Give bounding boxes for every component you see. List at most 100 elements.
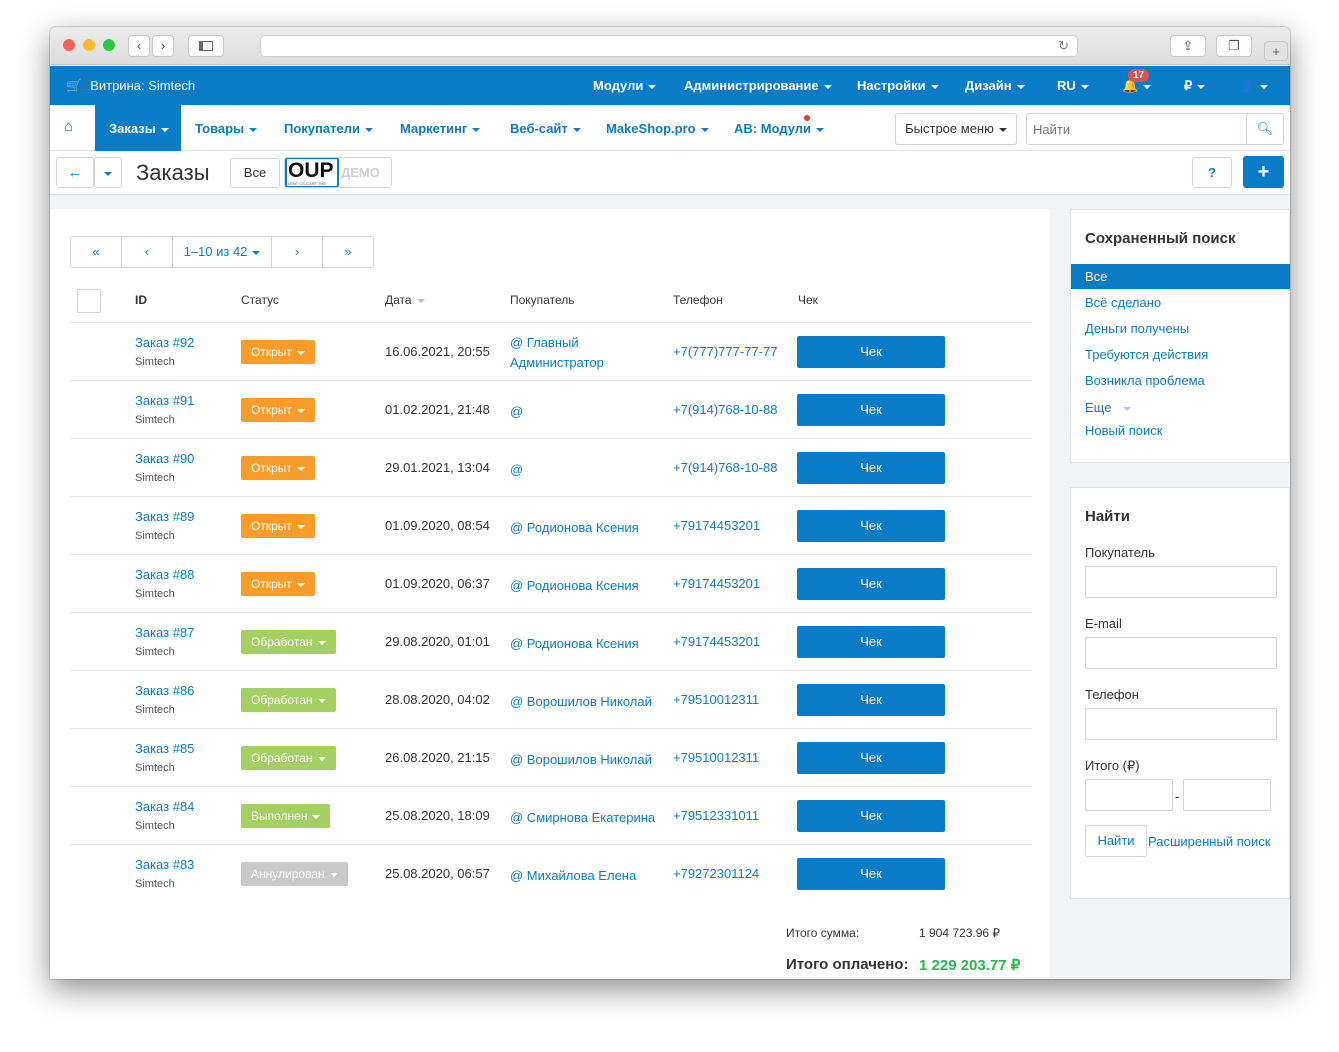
share-button[interactable]: ⇪ xyxy=(1170,35,1206,57)
order-customer-link[interactable]: @ Родионова Ксения xyxy=(510,634,660,654)
user-menu[interactable]: 👤 xyxy=(1239,78,1269,94)
order-status-dropdown[interactable]: Открыт xyxy=(241,514,315,538)
pager-next-button[interactable]: › xyxy=(271,236,323,268)
saved-search-problem[interactable]: Возникла проблема xyxy=(1085,373,1205,388)
email-input[interactable] xyxy=(1085,637,1277,669)
order-customer-link[interactable]: @ Родионова Ксения xyxy=(510,518,660,538)
order-id-link[interactable]: Заказ #86 xyxy=(135,683,194,698)
order-customer-link[interactable]: @ Михайлова Елена xyxy=(510,866,660,886)
order-status-dropdown[interactable]: Обработан xyxy=(241,688,336,712)
order-customer-link[interactable]: @ xyxy=(510,402,660,422)
order-id-link[interactable]: Заказ #87 xyxy=(135,625,194,640)
order-id-link[interactable]: Заказ #91 xyxy=(135,393,194,408)
check-button[interactable]: Чек xyxy=(797,800,945,832)
col-header-date[interactable]: Дата xyxy=(385,293,425,307)
nav-customers[interactable]: Покупатели xyxy=(284,121,373,136)
nav-search-input[interactable] xyxy=(1026,113,1248,145)
select-all-checkbox[interactable] xyxy=(77,289,101,313)
order-phone-link[interactable]: +79510012311 xyxy=(673,750,759,765)
menu-language[interactable]: RU xyxy=(1057,78,1089,93)
order-status-dropdown[interactable]: Аннулирован xyxy=(241,862,348,886)
pager-prev-button[interactable]: ‹ xyxy=(121,236,173,268)
saved-search-more[interactable]: Еще xyxy=(1085,400,1132,415)
check-button[interactable]: Чек xyxy=(797,510,945,542)
check-button[interactable]: Чек xyxy=(797,568,945,600)
order-status-dropdown[interactable]: Открыт xyxy=(241,456,315,480)
back-dropdown-button[interactable] xyxy=(94,157,122,188)
tabs-button[interactable]: ❐ xyxy=(1216,35,1252,57)
saved-search-paid[interactable]: Деньги получены xyxy=(1085,321,1189,336)
order-customer-link[interactable]: @ xyxy=(510,460,660,480)
nav-website[interactable]: Веб-сайт xyxy=(510,121,581,136)
url-bar[interactable]: ↻ xyxy=(260,35,1078,57)
order-phone-link[interactable]: +79174453201 xyxy=(673,576,760,591)
order-customer-link[interactable]: @ Ворошилов Николай xyxy=(510,750,660,770)
check-button[interactable]: Чек xyxy=(797,684,945,716)
storefront-link[interactable]: 🛒 Витрина: Simtech xyxy=(66,78,195,94)
check-button[interactable]: Чек xyxy=(797,394,945,426)
saved-search-all[interactable]: Все xyxy=(1085,269,1107,284)
currency-menu[interactable]: ₽ xyxy=(1184,78,1206,94)
order-id-link[interactable]: Заказ #83 xyxy=(135,857,194,872)
order-customer-link[interactable]: @ Смирнова Екатерина xyxy=(510,808,660,828)
advanced-search-link[interactable]: Расширенный поиск xyxy=(1148,834,1270,849)
order-id-link[interactable]: Заказ #84 xyxy=(135,799,194,814)
order-status-dropdown[interactable]: Выполнен xyxy=(241,804,331,828)
order-phone-link[interactable]: +79510012311 xyxy=(673,692,759,707)
nav-search-button[interactable]: 🔍︎ xyxy=(1246,113,1284,145)
order-customer-link[interactable]: @ Родионова Ксения xyxy=(510,576,660,596)
order-phone-link[interactable]: +7(914)768-10-88 xyxy=(673,402,777,417)
forward-nav-button[interactable]: › xyxy=(152,35,174,57)
order-phone-link[interactable]: +7(914)768-10-88 xyxy=(673,460,777,475)
col-header-id[interactable]: ID xyxy=(135,293,147,307)
add-order-button[interactable]: + xyxy=(1243,156,1284,188)
nav-makeshop[interactable]: MakeShop.pro xyxy=(606,121,709,136)
minimize-window-button[interactable] xyxy=(83,39,95,51)
pager-last-button[interactable]: » xyxy=(322,236,374,268)
order-id-link[interactable]: Заказ #92 xyxy=(135,335,194,350)
saved-search-new[interactable]: Новый поиск xyxy=(1085,423,1162,438)
nav-marketing[interactable]: Маркетинг xyxy=(400,121,481,136)
order-id-link[interactable]: Заказ #89 xyxy=(135,509,194,524)
nav-orders[interactable]: Заказы xyxy=(109,121,169,136)
order-phone-link[interactable]: +79174453201 xyxy=(673,518,760,533)
order-status-dropdown[interactable]: Обработан xyxy=(241,746,336,770)
saved-search-done[interactable]: Всё сделано xyxy=(1085,295,1161,310)
menu-settings[interactable]: Настройки xyxy=(857,78,939,93)
col-header-phone[interactable]: Телефон xyxy=(673,293,723,307)
order-phone-link[interactable]: +79272301124 xyxy=(673,866,759,881)
customer-input[interactable] xyxy=(1085,566,1277,598)
new-tab-button[interactable]: + xyxy=(1264,41,1288,61)
reload-icon[interactable]: ↻ xyxy=(1058,38,1069,54)
order-status-dropdown[interactable]: Открыт xyxy=(241,340,315,364)
menu-design[interactable]: Дизайн xyxy=(965,78,1025,93)
filter-all-button[interactable]: Все xyxy=(230,158,280,188)
sidebar-toggle-button[interactable] xyxy=(188,35,224,57)
order-phone-link[interactable]: +79174453201 xyxy=(673,634,760,649)
notifications-button[interactable]: 🔔 17 xyxy=(1122,69,1152,94)
order-status-dropdown[interactable]: Открыт xyxy=(241,572,315,596)
total-to-input[interactable] xyxy=(1183,779,1271,811)
find-button[interactable]: Найти xyxy=(1085,825,1147,857)
order-phone-link[interactable]: +7(777)777-77-77 xyxy=(673,344,777,359)
check-button[interactable]: Чек xyxy=(797,858,945,890)
order-customer-link[interactable]: @ Главный Администратор xyxy=(510,333,660,373)
nav-products[interactable]: Товары xyxy=(195,121,258,136)
check-button[interactable]: Чек xyxy=(797,452,945,484)
order-phone-link[interactable]: +79512331011 xyxy=(673,808,759,823)
order-status-dropdown[interactable]: Открыт xyxy=(241,398,315,422)
check-button[interactable]: Чек xyxy=(797,742,945,774)
back-nav-button[interactable]: ‹ xyxy=(128,35,150,57)
saved-search-action-required[interactable]: Требуются действия xyxy=(1085,347,1208,362)
pager-first-button[interactable]: « xyxy=(70,236,122,268)
check-button[interactable]: Чек xyxy=(797,626,945,658)
close-window-button[interactable] xyxy=(63,39,75,51)
demo-logo-badge[interactable]: OUP LENT CS-CART THE ДЕМО xyxy=(284,157,392,188)
menu-modules[interactable]: Модули xyxy=(593,78,657,93)
pager-range-select[interactable]: 1–10 из 42 xyxy=(172,236,272,268)
col-header-customer[interactable]: Покупатель xyxy=(510,293,574,307)
maximize-window-button[interactable] xyxy=(103,39,115,51)
total-from-input[interactable] xyxy=(1085,779,1173,811)
col-header-status[interactable]: Статус xyxy=(241,293,279,307)
menu-administration[interactable]: Администрирование xyxy=(684,78,832,93)
